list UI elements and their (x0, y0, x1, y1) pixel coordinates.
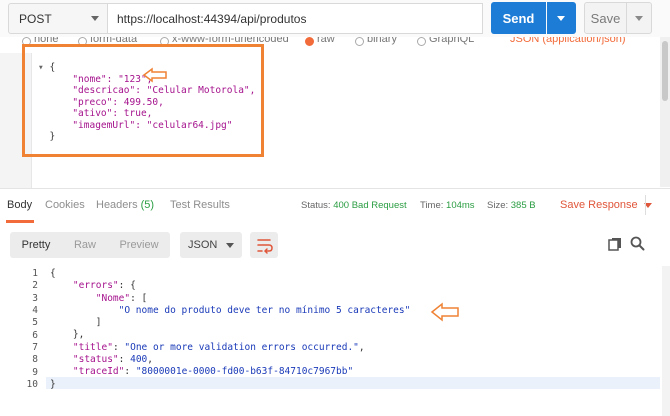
send-button[interactable]: Send (491, 2, 546, 34)
line-number: 2 (32, 280, 38, 291)
chevron-down-icon (226, 243, 234, 248)
chevron-down-icon (635, 16, 643, 21)
annotation-highlight-box (22, 44, 264, 157)
save-response-button[interactable]: Save Response (560, 199, 652, 211)
save-button[interactable]: Save (584, 2, 627, 34)
response-line-10: } (50, 378, 56, 390)
raw-button[interactable]: Raw (62, 232, 108, 258)
url-input[interactable]: https://localhost:44394/api/produtos (107, 3, 483, 34)
line-number: 10 (26, 379, 38, 390)
response-format-bar: Pretty Raw Preview JSON (0, 224, 670, 264)
response-line-2: "errors": { (72, 280, 136, 292)
time-value[interactable]: 104ms (446, 200, 475, 211)
url-value: https://localhost:44394/api/produtos (117, 11, 307, 26)
response-body-viewer[interactable]: 1 2 3 4 5 6 7 8 9 10 { "errors": { "Nome… (0, 266, 660, 416)
response-line-1: { (50, 268, 56, 279)
size-meta: Size: 385 B (487, 200, 536, 211)
tab-headers[interactable]: Headers (5) (96, 199, 154, 211)
request-bar: POST https://localhost:44394/api/produto… (0, 0, 670, 37)
editor-scrollbar[interactable] (660, 37, 670, 187)
scrollbar-thumb[interactable] (662, 41, 668, 101)
status-label: Status: (301, 200, 331, 211)
save-response-label: Save Response (560, 199, 638, 211)
view-mode-segmented: Pretty Raw Preview (10, 232, 170, 258)
response-body-code[interactable]: { "errors": { "Nome": [ "O nome do produ… (50, 268, 410, 391)
radio-binary[interactable] (355, 37, 364, 46)
size-value[interactable]: 385 B (511, 200, 536, 211)
divider (645, 195, 646, 215)
tab-body[interactable]: Body (7, 199, 32, 211)
response-gutter: 1 2 3 4 5 6 7 8 9 10 (0, 266, 44, 416)
time-meta: Time: 104ms (420, 200, 475, 211)
method-select[interactable]: POST (8, 3, 108, 34)
send-options-button[interactable] (547, 2, 576, 34)
response-scrollbar[interactable] (662, 266, 670, 416)
wrap-lines-button[interactable] (250, 232, 278, 258)
response-line-7: "title": "One or more validation errors … (72, 341, 365, 353)
line-number: 8 (32, 354, 38, 365)
response-line-6: }, (50, 329, 85, 341)
tab-test-results[interactable]: Test Results (170, 199, 230, 211)
status-meta: Status: 400 Bad Request (301, 200, 407, 211)
chevron-down-icon (91, 16, 99, 21)
save-options-button[interactable] (626, 2, 652, 34)
copy-icon[interactable] (608, 237, 622, 251)
pretty-button[interactable]: Pretty (10, 232, 62, 258)
radio-raw[interactable] (305, 37, 314, 46)
active-tab-indicator (6, 220, 34, 223)
annotation-arrow-icon (430, 302, 459, 322)
format-value: JSON (188, 239, 218, 251)
tab-cookies[interactable]: Cookies (45, 199, 85, 211)
line-number: 9 (32, 367, 38, 378)
size-label: Size: (487, 200, 509, 211)
wrap-lines-icon (257, 239, 273, 254)
tab-headers-label: Headers (96, 199, 138, 211)
response-tabs: Body Cookies Headers (5) Test Results St… (0, 189, 670, 223)
line-number: 1 (32, 268, 38, 279)
line-number: 7 (32, 342, 38, 353)
response-line-3: "Nome": [ (95, 292, 148, 304)
line-number: 3 (32, 293, 38, 304)
radio-graphql[interactable] (417, 37, 426, 46)
time-label: Time: (420, 200, 444, 211)
line-number: 6 (32, 330, 38, 341)
search-icon[interactable] (630, 236, 645, 251)
response-line-4: "O nome do produto deve ter no mínimo 5 … (118, 304, 411, 316)
chevron-down-icon (557, 16, 565, 21)
line-number: 4 (32, 305, 38, 316)
method-label: POST (19, 11, 52, 26)
body-type-binary[interactable]: binary (367, 37, 397, 45)
response-line-5: ] (50, 317, 102, 329)
status-value[interactable]: 400 Bad Request (333, 200, 406, 211)
line-number: 5 (32, 317, 38, 328)
response-line-9: "traceId": "8000001e-0000-fd00-b63f-8471… (72, 366, 354, 378)
body-type-raw[interactable]: raw (317, 37, 335, 45)
body-type-graphql[interactable]: GraphQL (429, 37, 474, 45)
response-line-8: "status": 400, (72, 354, 154, 366)
preview-button[interactable]: Preview (108, 232, 170, 258)
content-type-select[interactable]: JSON (application/json) (510, 37, 626, 45)
tab-headers-count: (5) (140, 199, 155, 211)
format-select[interactable]: JSON (180, 232, 242, 258)
